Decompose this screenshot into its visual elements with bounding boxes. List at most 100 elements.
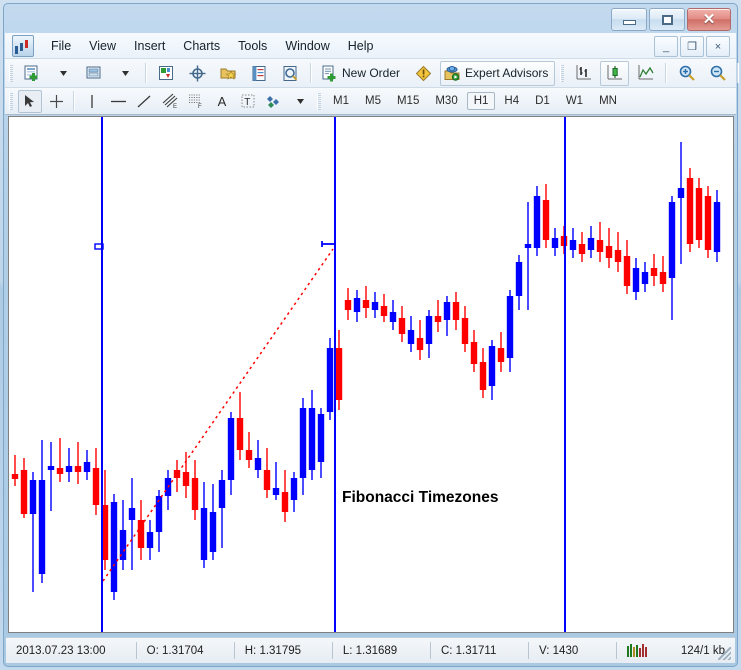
toolbar-grip[interactable] (9, 64, 13, 82)
candle-body (641, 272, 649, 284)
restore-button[interactable] (649, 8, 685, 31)
zoom-out-button[interactable] (703, 61, 732, 86)
close-button[interactable]: ✕ (687, 8, 731, 31)
equidistant-channel-tool-button[interactable]: E (158, 90, 182, 113)
candle-body (452, 302, 460, 320)
candlestick (695, 178, 703, 248)
vertical-line-tool-button[interactable] (80, 90, 104, 113)
window-resize-grip[interactable] (718, 647, 731, 660)
candle-body (695, 188, 703, 240)
horizontal-line-tool-button[interactable] (106, 90, 130, 113)
zoom-in-button[interactable] (672, 61, 701, 86)
templates-button[interactable] (152, 61, 181, 86)
candle-body (299, 408, 307, 478)
chart-canvas[interactable]: Fibonacci Timezones (8, 116, 734, 633)
candle-body (11, 474, 19, 479)
candle-body (38, 480, 46, 574)
metatrader-window: ✕ File View Insert Charts Tools Window H… (0, 0, 741, 670)
timeframe-h1[interactable]: H1 (466, 92, 496, 110)
profiles-button[interactable] (80, 61, 109, 86)
candlestick (20, 458, 28, 518)
candle-body (47, 466, 55, 470)
candle-body (371, 302, 379, 310)
price-chart (11, 117, 721, 632)
candle-body (425, 316, 433, 344)
data-window-button[interactable] (245, 61, 274, 86)
crosshair-tool-button[interactable] (44, 90, 68, 113)
mdi-close-button[interactable]: × (706, 36, 730, 57)
objects-list-button[interactable] (214, 61, 243, 86)
candlestick (704, 186, 712, 258)
bar-chart-icon (576, 65, 591, 80)
candle-body (326, 348, 334, 412)
cursor-tool-button[interactable] (18, 89, 42, 113)
candlestick (425, 310, 433, 358)
shapes-tool-button[interactable] (262, 90, 286, 113)
candlestick (524, 202, 532, 310)
trendline-tool-button[interactable] (132, 90, 156, 113)
menu-item-charts[interactable]: Charts (174, 36, 229, 56)
new-chart-button[interactable] (18, 61, 47, 86)
alert-button[interactable] (409, 61, 438, 86)
toolbar-grip[interactable] (9, 92, 13, 110)
bar-chart-button[interactable] (569, 61, 598, 86)
candlestick (353, 290, 361, 322)
label-tool-button[interactable]: T (236, 90, 260, 113)
mdi-restore-button[interactable]: ❐ (680, 36, 704, 57)
profiles-dropdown[interactable] (111, 61, 140, 86)
candlestick-chart-button[interactable] (600, 60, 630, 86)
candlestick (677, 142, 685, 264)
timeframe-m15[interactable]: M15 (390, 92, 426, 110)
candle-body (317, 414, 325, 462)
shapes-dropdown[interactable] (288, 90, 312, 113)
line-chart-button[interactable] (631, 61, 660, 86)
candle-body (605, 246, 613, 258)
window-controls: ✕ (611, 8, 731, 31)
timeframe-m1[interactable]: M1 (326, 92, 356, 110)
minimize-button[interactable] (611, 8, 647, 31)
timeframe-d1[interactable]: D1 (528, 92, 557, 110)
mdi-minimize-button[interactable]: _ (654, 36, 678, 57)
menu-item-help[interactable]: Help (339, 36, 383, 56)
expert-advisors-button[interactable]: Expert Advisors (440, 60, 556, 86)
candlestick (380, 294, 388, 322)
crosshair-button[interactable] (183, 61, 212, 86)
fibonacci-icon: F (189, 94, 202, 109)
fibonacci-tool-button[interactable]: F (184, 90, 208, 113)
navigator-button[interactable] (276, 61, 305, 86)
new-order-button[interactable]: New Order (317, 61, 407, 86)
timeframe-w1[interactable]: W1 (559, 92, 590, 110)
mdi-window-controls: _ ❐ × (654, 36, 730, 57)
candle-body (443, 302, 451, 320)
timeframe-mn[interactable]: MN (592, 92, 624, 110)
candlestick (128, 478, 136, 570)
menu-item-file[interactable]: File (42, 36, 80, 56)
toolbar-grip[interactable] (560, 64, 565, 82)
text-tool-button[interactable]: A (210, 90, 234, 113)
candlestick (83, 450, 91, 480)
timeframe-m30[interactable]: M30 (428, 92, 464, 110)
shapes-icon (266, 95, 279, 108)
menu-item-tools[interactable]: Tools (229, 36, 276, 56)
candlestick (614, 232, 622, 272)
candlestick (209, 484, 217, 560)
timeframe-m5[interactable]: M5 (358, 92, 388, 110)
menu-item-window[interactable]: Window (276, 36, 338, 56)
candlestick (308, 390, 316, 480)
candle-body (587, 238, 595, 250)
candle-body (83, 462, 91, 472)
candle-body (74, 466, 82, 472)
timeframe-h4[interactable]: H4 (497, 92, 526, 110)
status-close: C: 1.31711 (440, 644, 497, 657)
toolbar-grip[interactable] (317, 92, 321, 110)
candlestick (263, 448, 271, 498)
menu-item-insert[interactable]: Insert (125, 36, 174, 56)
candle-body (659, 272, 667, 284)
candlestick (92, 448, 100, 515)
toolbar-separator (310, 63, 312, 83)
menu-item-view[interactable]: View (80, 36, 125, 56)
candlestick (164, 470, 172, 510)
candle-body (470, 342, 478, 364)
new-chart-dropdown[interactable] (49, 61, 78, 86)
candlestick (605, 228, 613, 268)
